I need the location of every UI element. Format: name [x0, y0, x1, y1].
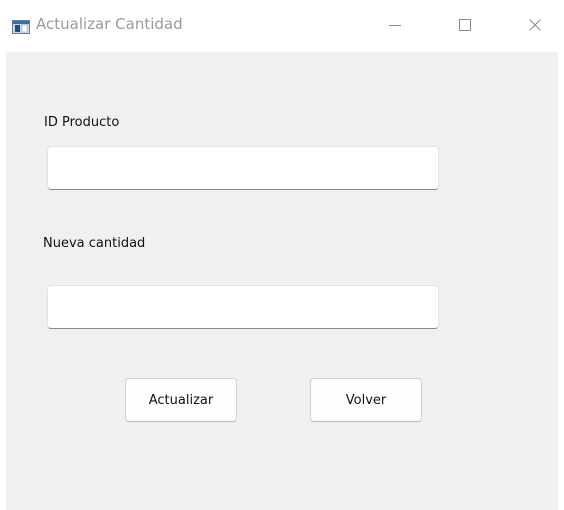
- maximize-icon: [458, 17, 472, 36]
- minimize-icon: [388, 17, 402, 36]
- maximize-button[interactable]: [442, 0, 488, 52]
- update-button[interactable]: Actualizar: [125, 378, 237, 422]
- product-id-label: ID Producto: [44, 115, 120, 130]
- app-window-icon: [12, 19, 30, 34]
- update-quantity-window: Actualizar Cantidad ID Producto Nueva ca…: [6, 0, 558, 510]
- window-title: Actualizar Cantidad: [36, 15, 183, 33]
- new-quantity-label: Nueva cantidad: [43, 236, 146, 251]
- title-bar[interactable]: Actualizar Cantidad: [6, 0, 558, 52]
- new-quantity-input[interactable]: [47, 285, 439, 329]
- close-button[interactable]: [512, 0, 558, 52]
- minimize-button[interactable]: [372, 0, 418, 52]
- product-id-input[interactable]: [47, 146, 439, 190]
- close-icon: [528, 17, 542, 36]
- back-button[interactable]: Volver: [310, 378, 422, 422]
